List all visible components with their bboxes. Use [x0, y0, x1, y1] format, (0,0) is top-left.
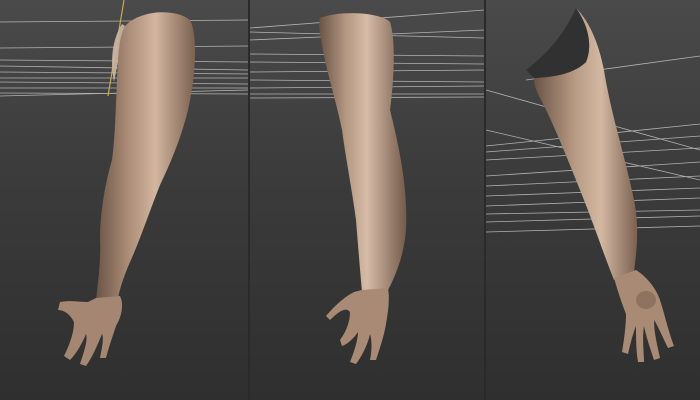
arm-model-1	[58, 12, 196, 366]
arm-model-2	[319, 13, 407, 364]
modeling-viewport-canvas[interactable]	[0, 0, 700, 400]
viewport-1-canvas	[0, 0, 248, 366]
viewport-3-canvas	[486, 8, 700, 362]
viewport-panel-1[interactable]	[0, 0, 248, 400]
viewport-panel-2[interactable]	[250, 0, 484, 400]
arm-model-3	[526, 8, 674, 362]
viewport-2-canvas	[250, 9, 484, 364]
viewport-panel-3[interactable]	[486, 0, 700, 400]
